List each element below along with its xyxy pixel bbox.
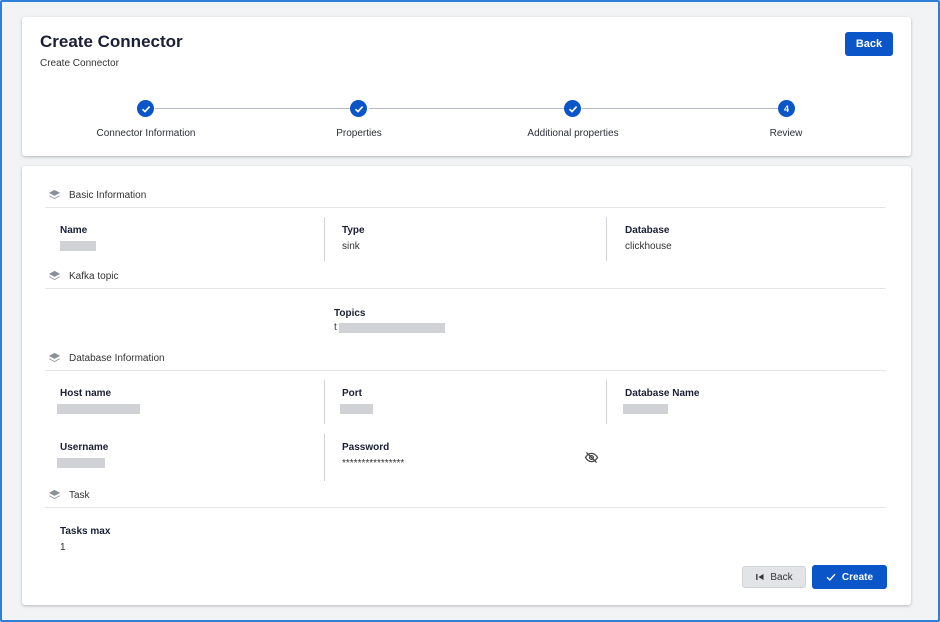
topics-value-redacted: [339, 323, 445, 333]
divider: [45, 288, 886, 289]
skip-previous-icon: [756, 574, 764, 580]
create-label: Create: [841, 571, 874, 583]
step-label-review[interactable]: Review: [706, 128, 866, 139]
host-name-value-redacted: [57, 404, 140, 414]
page-subtitle: Create Connector: [40, 58, 119, 69]
database-value: clickhouse: [625, 241, 672, 252]
step-connector: [369, 108, 565, 109]
back-button[interactable]: Back: [845, 32, 893, 56]
layers-icon: [48, 189, 61, 199]
section-kafka-topic: Kafka topic: [48, 269, 118, 283]
name-value-redacted: [60, 241, 96, 251]
database-name-label: Database Name: [625, 388, 700, 399]
name-label: Name: [60, 225, 88, 236]
layers-icon: [48, 489, 61, 499]
password-label: Password: [342, 442, 390, 453]
tasks-max-value: 1: [60, 542, 66, 553]
section-basic-information: Basic Information: [48, 188, 146, 202]
step-connector: [155, 108, 351, 109]
page-title: Create Connector: [40, 32, 183, 51]
column-divider: [606, 380, 607, 424]
column-divider: [606, 217, 607, 261]
divider: [45, 507, 886, 508]
tasks-max-label: Tasks max: [60, 526, 111, 537]
type-label: Type: [342, 225, 365, 236]
step-label-additional-properties[interactable]: Additional properties: [493, 128, 653, 139]
section-database-information: Database Information: [48, 351, 165, 365]
step-2-check-icon[interactable]: [350, 100, 367, 117]
check-icon: [826, 573, 836, 582]
create-button[interactable]: Create: [812, 565, 887, 589]
layers-icon: [48, 352, 61, 362]
review-card: Basic Information Name Type sink Databas…: [22, 166, 911, 605]
app-frame: Create Connector Create Connector Back 4…: [0, 0, 940, 622]
section-title: Database Information: [69, 352, 165, 364]
port-value-redacted: [340, 404, 373, 414]
step-3-check-icon[interactable]: [564, 100, 581, 117]
step-connector: [582, 108, 778, 109]
step-label-connector-information[interactable]: Connector Information: [66, 128, 226, 139]
type-value: sink: [342, 241, 360, 252]
database-name-value-redacted: [623, 404, 668, 414]
divider: [45, 370, 886, 371]
section-title: Basic Information: [69, 189, 147, 201]
section-title: Kafka topic: [69, 270, 119, 282]
step-label-properties[interactable]: Properties: [279, 128, 439, 139]
password-value: ****************: [342, 458, 405, 469]
section-task: Task: [48, 488, 90, 502]
header-card: Create Connector Create Connector Back 4…: [22, 17, 911, 156]
eye-off-icon[interactable]: [584, 451, 599, 464]
column-divider: [324, 217, 325, 261]
divider: [45, 207, 886, 208]
host-name-label: Host name: [60, 388, 112, 399]
column-divider: [324, 434, 325, 481]
column-divider: [324, 380, 325, 424]
step-1-check-icon[interactable]: [137, 100, 154, 117]
stepper: 4 Connector Information Properties Addit…: [22, 99, 911, 149]
username-value-redacted: [57, 458, 105, 468]
back-step-button[interactable]: Back: [742, 566, 806, 588]
database-label: Database: [625, 225, 670, 236]
back-step-label: Back: [770, 571, 793, 583]
port-label: Port: [342, 388, 362, 399]
section-title: Task: [69, 489, 90, 501]
layers-icon: [48, 270, 61, 280]
topics-value: t: [334, 322, 337, 333]
topics-label: Topics: [334, 308, 366, 319]
step-4-number[interactable]: 4: [778, 100, 795, 117]
username-label: Username: [60, 442, 109, 453]
